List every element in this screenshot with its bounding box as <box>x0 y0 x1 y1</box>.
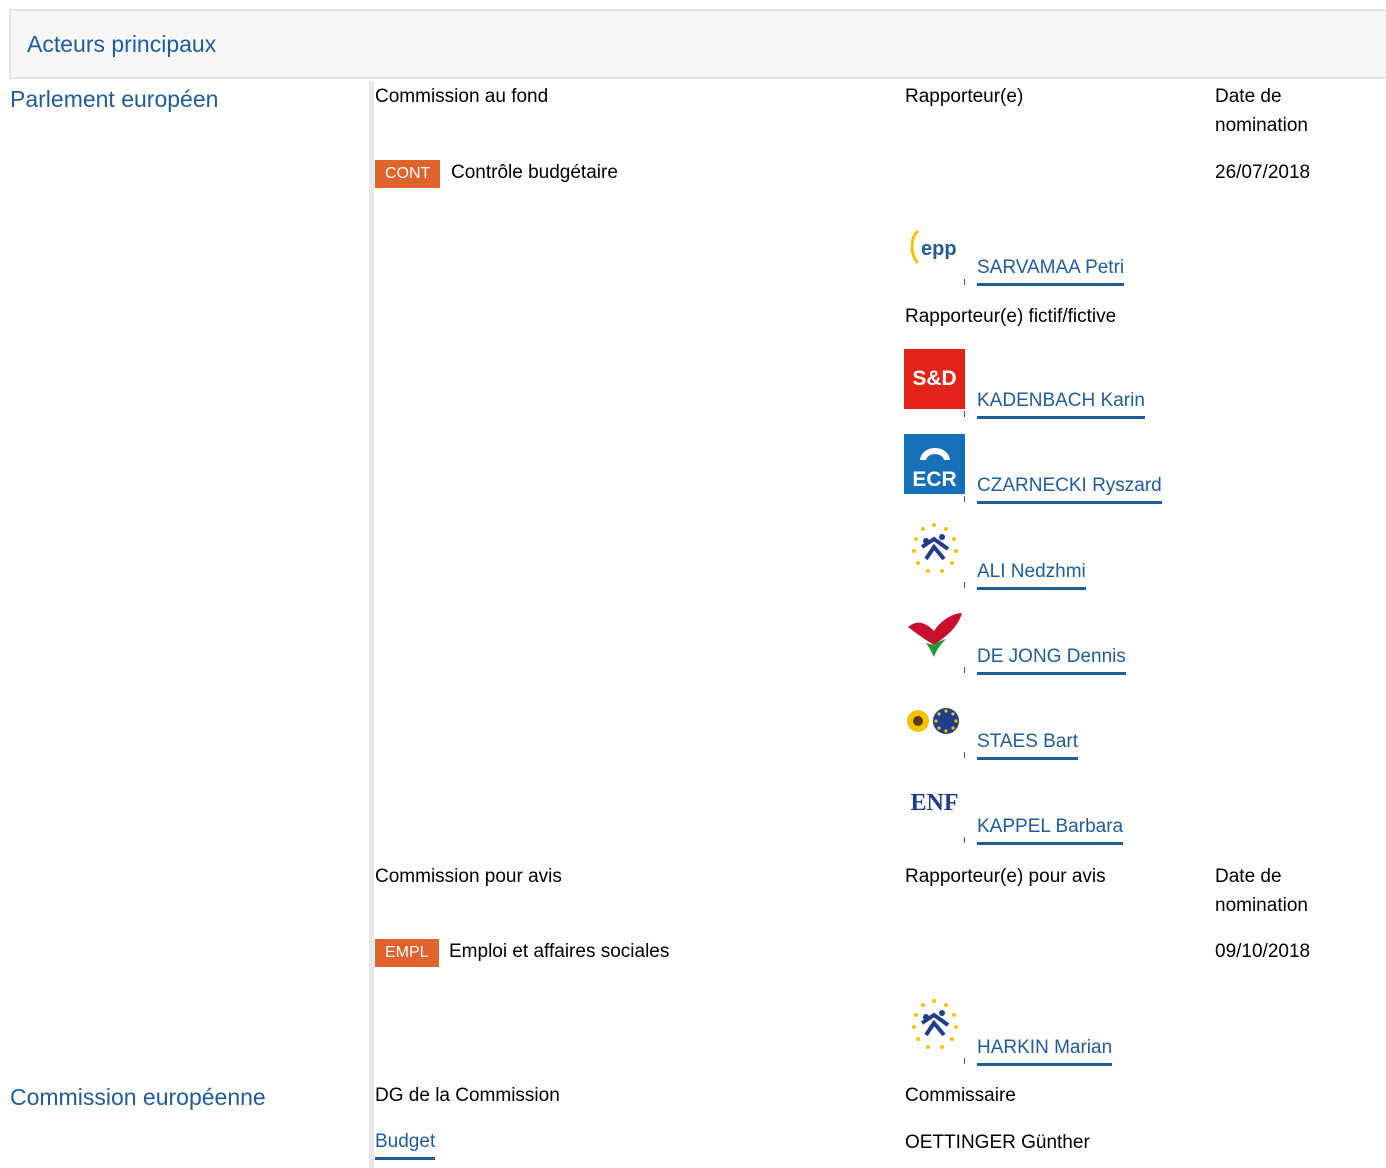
ecr-logo-icon: ECR <box>904 434 965 494</box>
col-date-header-line1: Date de <box>1215 86 1282 107</box>
logo-tick <box>964 837 965 843</box>
col-opinion-date-header-line2: nomination <box>1215 895 1308 916</box>
col-opinion-date-header-line1: Date de <box>1215 866 1282 887</box>
committee-name: Contrôle budgétaire <box>451 162 618 183</box>
shadow-link-dejong[interactable]: DE JONG Dennis <box>977 645 1126 675</box>
opinion-nomination-date: 09/10/2018 <box>1215 941 1311 962</box>
gue-ngl-logo-icon <box>904 605 965 667</box>
logo-tick <box>964 279 965 285</box>
actor-commission-link[interactable]: Commission européenne <box>10 1084 266 1111</box>
epp-logo-icon: epp <box>904 217 965 279</box>
svg-text:ECR: ECR <box>912 468 956 491</box>
col-date-header-line2: nomination <box>1215 115 1308 136</box>
rapporteur-link[interactable]: SARVAMAA Petri <box>977 256 1125 286</box>
actor-parliament-link[interactable]: Parlement européen <box>10 86 218 113</box>
logo-tick <box>964 496 965 502</box>
logo-tick <box>964 582 965 588</box>
shadow-link-kadenbach[interactable]: KADENBACH Karin <box>977 389 1145 419</box>
panel-title: Acteurs principaux <box>27 31 217 57</box>
col-rapporteur-header: Rapporteur(e) <box>905 86 1024 107</box>
column-divider <box>369 81 374 1168</box>
shadow-rapporteur-label: Rapporteur(e) fictif/fictive <box>905 306 1117 327</box>
shadow-link-kappel[interactable]: KAPPEL Barbara <box>977 815 1124 845</box>
committee-tag-cont: CONT <box>375 160 441 188</box>
svg-text:epp: epp <box>921 238 957 260</box>
opinion-rapporteur-link[interactable]: HARKIN Marian <box>977 1036 1113 1066</box>
logo-tick <box>964 667 965 673</box>
col-commissioner-header: Commissaire <box>905 1085 1016 1106</box>
alde-logo-icon <box>904 519 965 581</box>
col-dg-header: DG de la Commission <box>375 1085 560 1106</box>
shadow-link-staes[interactable]: STAES Bart <box>977 730 1079 760</box>
logo-tick <box>964 752 965 758</box>
greens-efa-logo-icon <box>904 690 965 752</box>
col-opinion-rapporteur-header: Rapporteur(e) pour avis <box>905 866 1106 887</box>
shadow-link-ali[interactable]: ALI Nedzhmi <box>977 560 1086 590</box>
opinion-committee-name: Emploi et affaires sociales <box>449 941 670 962</box>
alde-logo-icon <box>904 995 965 1057</box>
logo-tick <box>964 411 965 417</box>
dg-budget-link[interactable]: Budget <box>375 1130 436 1160</box>
logo-tick <box>964 1058 965 1064</box>
col-opinion-committee-header: Commission pour avis <box>375 866 562 887</box>
panel-header: Acteurs principaux <box>9 9 1386 79</box>
commissioner-name: OETTINGER Günther <box>905 1132 1090 1153</box>
committee-tag-empl: EMPL <box>375 939 439 967</box>
col-committee-header: Commission au fond <box>375 86 549 107</box>
enf-logo-icon: ENF <box>910 789 959 816</box>
sd-logo-icon: S&D <box>904 349 965 409</box>
shadow-link-czarnecki[interactable]: CZARNECKI Ryszard <box>977 474 1162 504</box>
nomination-date: 26/07/2018 <box>1215 162 1311 183</box>
